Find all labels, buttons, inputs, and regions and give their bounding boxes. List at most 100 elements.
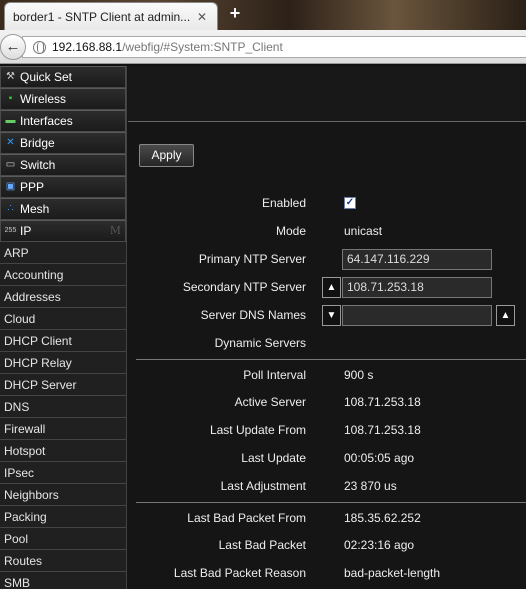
sidebar-subitem-firewall[interactable]: Firewall: [0, 418, 126, 440]
row-active-server: Active Server 108.71.253.18: [136, 387, 526, 415]
chevron-up-icon[interactable]: ▲: [496, 305, 515, 326]
row-secondary-ntp: Secondary NTP Server ▲ 108.71.253.18: [136, 272, 526, 300]
sidebar-item-mesh[interactable]: ∴ Mesh: [0, 198, 126, 220]
row-last-bad-packet: Last Bad Packet 02:23:16 ago: [136, 530, 526, 558]
browser-tab[interactable]: border1 - SNTP Client at admin... ✕: [4, 2, 218, 30]
last-update-value: 00:05:05 ago: [344, 451, 415, 465]
ip-icon: 255: [4, 227, 17, 234]
field-label: Secondary NTP Server: [182, 280, 306, 294]
address-bar: 192.168.88.1/webfig/#System:SNTP_Client …: [0, 30, 526, 64]
field-label: Active Server: [234, 395, 306, 409]
sidebar-subitem-pool[interactable]: Pool: [0, 528, 126, 550]
field-label: Dynamic Servers: [214, 336, 306, 350]
webfig-app: ⚒ Quick Set ▪ Wireless ▬ Interfaces ✕ Br…: [0, 66, 526, 589]
bridge-icon: ✕: [6, 137, 15, 148]
row-last-update-from: Last Update From 108.71.253.18: [136, 415, 526, 443]
field-label: Last Adjustment: [220, 479, 306, 493]
sidebar-item-label: Wireless: [20, 92, 67, 106]
sidebar-item-bridge[interactable]: ✕ Bridge: [0, 132, 126, 154]
last-bad-packet-from-value: 185.35.62.252: [344, 511, 421, 525]
row-last-bad-packet-from: Last Bad Packet From 185.35.62.252: [136, 502, 526, 530]
field-label: Last Bad Packet From: [187, 511, 306, 525]
secondary-ntp-input[interactable]: 108.71.253.18: [342, 277, 492, 298]
close-icon[interactable]: ✕: [195, 10, 209, 24]
sidebar-subitem-accounting[interactable]: Accounting: [0, 264, 126, 286]
sidebar-subitem-neighbors[interactable]: Neighbors: [0, 484, 126, 506]
chevron-down-icon[interactable]: ▼: [322, 305, 341, 326]
sidebar-subitem-dhcp-relay[interactable]: DHCP Relay: [0, 352, 126, 374]
sidebar-item-wireless[interactable]: ▪ Wireless: [0, 88, 126, 110]
sidebar-subitem-arp[interactable]: ARP: [0, 242, 126, 264]
sidebar-item-switch[interactable]: ▭ Switch: [0, 154, 126, 176]
sidebar-subitem-routes[interactable]: Routes: [0, 550, 126, 572]
row-primary-ntp: Primary NTP Server 64.147.116.229: [136, 244, 526, 272]
chevron-up-icon[interactable]: ▲: [322, 277, 341, 298]
sidebar-item-label: IP: [20, 224, 32, 238]
dns-names-input[interactable]: [342, 305, 492, 326]
browser-titlebar: border1 - SNTP Client at admin... ✕ +: [0, 0, 526, 30]
sidebar-subitem-packing[interactable]: Packing: [0, 506, 126, 528]
sidebar-subitem-cloud[interactable]: Cloud: [0, 308, 126, 330]
url-path: /webfig/#System:SNTP_Client: [122, 40, 283, 54]
field-label: Last Bad Packet Reason: [173, 566, 306, 580]
field-label: Last Bad Packet: [218, 538, 306, 552]
field-label: Enabled: [261, 196, 306, 210]
url-host: 192.168.88.1: [52, 40, 123, 54]
sidebar-subitem-smb[interactable]: SMB: [0, 572, 126, 589]
sidebar-item-quick-set[interactable]: ⚒ Quick Set: [0, 66, 126, 88]
row-enabled: Enabled ✓: [136, 188, 526, 216]
globe-icon: [33, 40, 46, 54]
field-label: Last Update: [241, 451, 306, 465]
sidebar-subitem-addresses[interactable]: Addresses: [0, 286, 126, 308]
field-label: Server DNS Names: [200, 308, 306, 322]
sidebar-item-ip[interactable]: 255 IP M: [0, 220, 126, 242]
switch-icon: ▭: [5, 159, 16, 170]
active-server-value: 108.71.253.18: [344, 395, 421, 409]
last-bad-packet-value: 02:23:16 ago: [344, 538, 415, 552]
enabled-checkbox[interactable]: ✓: [344, 197, 356, 209]
primary-ntp-input[interactable]: 64.147.116.229: [342, 249, 492, 270]
content-header: [128, 66, 526, 122]
field-label: Last Update From: [209, 423, 306, 437]
main-content: Apply Enabled ✓ Mode unicast Primary NTP…: [128, 66, 526, 589]
row-last-bad-packet-reason: Last Bad Packet Reason bad-packet-length: [136, 558, 526, 586]
url-input[interactable]: 192.168.88.1/webfig/#System:SNTP_Client: [22, 36, 526, 58]
back-button[interactable]: ←: [0, 34, 26, 60]
last-adjustment-value: 23 870 us: [344, 479, 397, 493]
sidebar-item-label: Switch: [20, 158, 56, 172]
interfaces-icon: ▬: [5, 115, 16, 126]
field-label: Mode: [275, 224, 306, 238]
mesh-icon: ∴: [7, 203, 14, 214]
sidebar-item-label: PPP: [20, 180, 45, 194]
quickset-icon: ⚒: [6, 71, 15, 82]
sidebar-item-label: Interfaces: [20, 114, 73, 128]
sidebar: ⚒ Quick Set ▪ Wireless ▬ Interfaces ✕ Br…: [0, 66, 127, 589]
row-mode: Mode unicast: [136, 216, 526, 244]
ppp-icon: ▣: [5, 181, 16, 192]
row-dynamic-servers: Dynamic Servers: [136, 328, 526, 356]
sidebar-item-interfaces[interactable]: ▬ Interfaces: [0, 110, 126, 132]
sidebar-subitem-dhcp-client[interactable]: DHCP Client: [0, 330, 126, 352]
submenu-indicator-icon: M: [109, 224, 121, 237]
mode-value: unicast: [344, 224, 383, 238]
row-dns-names: Server DNS Names ▼ ▲: [136, 300, 526, 328]
row-last-update: Last Update 00:05:05 ago: [136, 443, 526, 471]
sidebar-item-label: Bridge: [20, 136, 55, 150]
row-last-adjustment: Last Adjustment 23 870 us: [136, 471, 526, 499]
sidebar-subitem-dhcp-server[interactable]: DHCP Server: [0, 374, 126, 396]
poll-interval-value: 900 s: [344, 368, 374, 382]
field-label: Poll Interval: [243, 368, 306, 382]
field-label: Primary NTP Server: [198, 252, 306, 266]
row-poll-interval: Poll Interval 900 s: [136, 359, 526, 387]
sidebar-subitem-dns[interactable]: DNS: [0, 396, 126, 418]
wireless-icon: ▪: [8, 93, 13, 104]
last-bad-packet-reason-value: bad-packet-length: [344, 566, 441, 580]
last-update-from-value: 108.71.253.18: [344, 423, 421, 437]
sidebar-item-label: Quick Set: [20, 70, 73, 84]
sidebar-item-ppp[interactable]: ▣ PPP: [0, 176, 126, 198]
sidebar-subitem-hotspot[interactable]: Hotspot: [0, 440, 126, 462]
apply-button[interactable]: Apply: [139, 144, 194, 167]
sidebar-item-label: Mesh: [20, 202, 50, 216]
sidebar-subitem-ipsec[interactable]: IPsec: [0, 462, 126, 484]
new-tab-icon[interactable]: +: [226, 4, 244, 22]
